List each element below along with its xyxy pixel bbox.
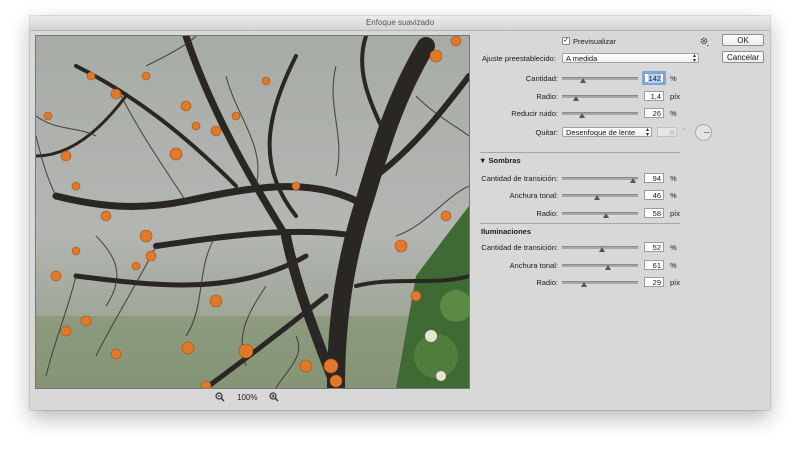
highlights-tonal-label: Anchura tonal: (509, 261, 558, 270)
cancel-button[interactable]: Cancelar (722, 51, 764, 63)
preview-image[interactable] (35, 35, 470, 389)
remove-select[interactable]: Desenfoque de lente ▴ ▾ (562, 127, 652, 138)
divider (480, 223, 680, 224)
preset-value: A medida (566, 54, 598, 63)
noise-field[interactable]: 26 (644, 108, 664, 118)
zoom-bar: 100% (215, 390, 279, 404)
shadows-fade-field[interactable]: 94 (644, 173, 664, 183)
angle-field[interactable]: 0 (657, 127, 677, 137)
radius-label: Radio: (536, 92, 558, 101)
highlights-radius-label: Radio: (536, 278, 558, 287)
highlights-tonal-unit: % (670, 261, 677, 270)
radius-slider[interactable] (562, 93, 638, 101)
zoom-level: 100% (237, 392, 258, 402)
highlights-title: Iluminaciones (481, 227, 532, 236)
radius-field[interactable]: 1,4 (644, 91, 664, 101)
amount-unit: % (670, 74, 677, 83)
noise-unit: % (670, 109, 677, 118)
shadows-fade-label: Cantidad de transición: (481, 174, 558, 183)
zoom-out-icon[interactable] (215, 392, 225, 402)
shadows-fade-unit: % (670, 174, 677, 183)
divider (480, 152, 680, 153)
smart-sharpen-dialog: Enfoque suavizado 100% OK Cancelar ✓ Pre… (30, 16, 770, 410)
shadows-tonal-unit: % (670, 191, 677, 200)
amount-label: Cantidad: (525, 74, 558, 83)
zoom-in-icon[interactable] (269, 392, 279, 402)
shadows-radius-slider[interactable] (562, 210, 638, 218)
gear-icon[interactable] (700, 37, 710, 47)
preview-label: Previsualizar (573, 37, 616, 46)
persimmon-tree-photo (36, 36, 469, 388)
highlights-fade-label: Cantidad de transición: (481, 243, 558, 252)
highlights-fade-field[interactable]: 52 (644, 242, 664, 252)
shadows-fade-slider[interactable] (562, 175, 638, 183)
remove-value: Desenfoque de lente (566, 128, 636, 137)
noise-label: Reducir ruido: (511, 109, 558, 118)
highlights-fade-slider[interactable] (562, 244, 638, 252)
angle-dial[interactable] (695, 124, 712, 141)
amount-slider[interactable] (562, 75, 638, 83)
remove-label: Quitar: (535, 128, 558, 137)
shadows-radius-label: Radio: (536, 209, 558, 218)
preview-checkbox[interactable]: ✓ (562, 37, 570, 45)
shadows-radius-unit: píx (670, 209, 681, 218)
shadows-tonal-label: Anchura tonal: (509, 191, 558, 200)
shadows-tonal-slider[interactable] (562, 192, 638, 200)
noise-slider[interactable] (562, 110, 638, 118)
highlights-radius-slider[interactable] (562, 279, 638, 287)
dialog-title: Enfoque suavizado (30, 16, 770, 31)
highlights-tonal-field[interactable]: 61 (644, 260, 664, 270)
angle-unit: ° (682, 126, 685, 135)
shadows-toggle[interactable]: ▼ Sombras (479, 156, 521, 165)
highlights-radius-unit: píx (670, 278, 681, 287)
ok-button[interactable]: OK (722, 34, 764, 46)
amount-field[interactable]: 142 (642, 71, 666, 85)
highlights-radius-field[interactable]: 29 (644, 277, 664, 287)
shadows-tonal-field[interactable]: 46 (644, 190, 664, 200)
radius-unit: píx (670, 92, 681, 101)
select-arrows-icon: ▴ ▾ (692, 53, 696, 64)
highlights-fade-unit: % (670, 243, 677, 252)
select-arrows-icon: ▴ ▾ (645, 127, 649, 138)
disclosure-triangle-icon: ▼ (479, 156, 487, 165)
preset-label: Ajuste preestablecido: (482, 54, 556, 63)
highlights-tonal-slider[interactable] (562, 262, 638, 270)
shadows-title: Sombras (488, 156, 521, 165)
preset-select[interactable]: A medida ▴ ▾ (562, 53, 699, 64)
shadows-radius-field[interactable]: 58 (644, 208, 664, 218)
